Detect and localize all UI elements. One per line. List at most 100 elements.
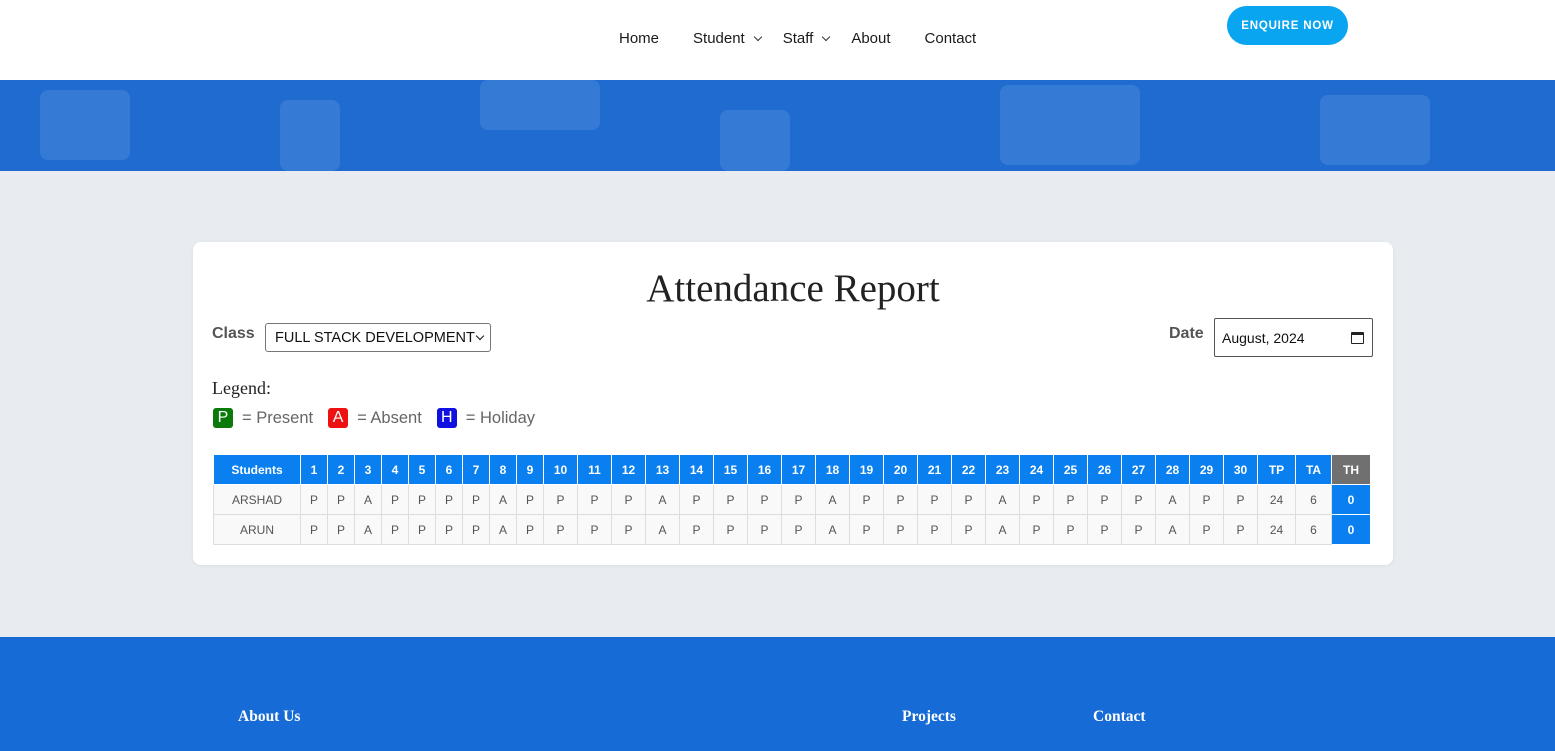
attendance-cell: P: [462, 484, 490, 515]
attendance-cell: P: [543, 514, 578, 545]
header-23: 23: [985, 454, 1020, 485]
attendance-cell: A: [489, 514, 517, 545]
nav-student-label: Student: [693, 30, 745, 47]
legend: P = Present A = Absent H = Holiday: [213, 408, 550, 428]
header-4: 4: [381, 454, 409, 485]
holiday-badge: H: [436, 408, 457, 428]
total-present-cell: 24: [1257, 514, 1296, 545]
header-18: 18: [815, 454, 850, 485]
header-3: 3: [354, 454, 382, 485]
attendance-cell: P: [679, 514, 714, 545]
legend-present: P = Present: [213, 408, 313, 428]
attendance-cell: P: [917, 514, 952, 545]
legend-holiday: H = Holiday: [436, 408, 535, 428]
attendance-cell: P: [713, 514, 748, 545]
nav-home[interactable]: Home: [619, 30, 659, 47]
attendance-cell: P: [462, 514, 490, 545]
header-29: 29: [1189, 454, 1224, 485]
attendance-cell: P: [849, 484, 884, 515]
header-2: 2: [327, 454, 355, 485]
footer-projects-heading: Projects: [902, 708, 956, 725]
hero-banner: [0, 80, 1555, 171]
nav-contact-label: Contact: [924, 30, 977, 47]
attendance-cell: P: [1223, 514, 1258, 545]
total-absent-cell: 6: [1295, 484, 1332, 515]
attendance-cell: A: [1155, 514, 1190, 545]
attendance-cell: P: [713, 484, 748, 515]
header-30: 30: [1223, 454, 1258, 485]
header-26: 26: [1087, 454, 1122, 485]
attendance-cell: A: [354, 514, 382, 545]
enquire-now-button[interactable]: ENQUIRE NOW: [1227, 6, 1348, 45]
attendance-cell: A: [1155, 484, 1190, 515]
attendance-cell: P: [300, 484, 328, 515]
attendance-cell: P: [679, 484, 714, 515]
attendance-cell: P: [747, 484, 782, 515]
nav-contact[interactable]: Contact: [925, 30, 977, 47]
attendance-cell: P: [408, 514, 436, 545]
header-21: 21: [917, 454, 952, 485]
legend-present-text: = Present: [242, 408, 314, 427]
header-5: 5: [408, 454, 436, 485]
nav-home-label: Home: [619, 30, 660, 47]
attendance-cell: P: [1189, 484, 1224, 515]
absent-badge: A: [328, 408, 349, 428]
attendance-cell: P: [1223, 484, 1258, 515]
attendance-cell: P: [1053, 514, 1088, 545]
legend-absent: A = Absent: [328, 408, 422, 428]
header-22: 22: [951, 454, 986, 485]
date-label: Date: [1169, 325, 1204, 342]
header-tp: TP: [1257, 454, 1296, 485]
attendance-cell: P: [1087, 484, 1122, 515]
header-24: 24: [1019, 454, 1054, 485]
nav-staff-label: Staff: [782, 30, 814, 47]
attendance-cell: P: [516, 484, 544, 515]
nav-about[interactable]: About: [851, 30, 890, 47]
date-input[interactable]: August, 2024: [1214, 318, 1373, 357]
main-nav: Home Student Staff About Contact: [619, 30, 976, 47]
attendance-cell: P: [543, 484, 578, 515]
attendance-cell: P: [611, 514, 646, 545]
total-holiday-cell: 0: [1331, 484, 1371, 515]
header-25: 25: [1053, 454, 1088, 485]
attendance-cell: P: [381, 484, 409, 515]
attendance-cell: P: [435, 484, 463, 515]
attendance-cell: P: [327, 514, 355, 545]
class-select[interactable]: FULL STACK DEVELOPMENT: [265, 323, 491, 352]
attendance-cell: P: [300, 514, 328, 545]
attendance-cell: P: [1019, 514, 1054, 545]
attendance-cell: P: [781, 514, 816, 545]
attendance-cell: P: [781, 484, 816, 515]
header-th: TH: [1331, 454, 1371, 485]
attendance-cell: A: [645, 484, 680, 515]
header-15: 15: [713, 454, 748, 485]
header-20: 20: [883, 454, 918, 485]
total-holiday-cell: 0: [1331, 514, 1371, 545]
header-28: 28: [1155, 454, 1190, 485]
attendance-table: Students 1 2 3 4 5 6 7 8 9 10 11 12 13 14 15 16 17 18 19 20 2…: [213, 454, 1371, 545]
legend-absent-text: = Absent: [357, 408, 422, 427]
attendance-cell: A: [985, 514, 1020, 545]
calendar-icon[interactable]: [1351, 332, 1364, 344]
header-19: 19: [849, 454, 884, 485]
header-13: 13: [645, 454, 680, 485]
total-present-cell: 24: [1257, 484, 1296, 515]
nav-staff[interactable]: Staff: [782, 30, 831, 47]
attendance-cell: P: [951, 484, 986, 515]
header-14: 14: [679, 454, 714, 485]
site-header: Home Student Staff About Contact ENQUIRE…: [0, 0, 1555, 80]
attendance-cell: P: [1121, 484, 1156, 515]
header-9: 9: [516, 454, 544, 485]
attendance-cell: P: [951, 514, 986, 545]
attendance-cell: P: [747, 514, 782, 545]
student-name-cell: ARSHAD: [213, 484, 301, 515]
header-17: 17: [781, 454, 816, 485]
attendance-cell: P: [408, 484, 436, 515]
attendance-cell: A: [985, 484, 1020, 515]
attendance-cell: P: [917, 484, 952, 515]
nav-student[interactable]: Student: [693, 30, 762, 47]
chevron-down-icon: [822, 32, 831, 41]
page-title: Attendance Report: [646, 267, 940, 310]
attendance-cell: A: [354, 484, 382, 515]
attendance-cell: P: [381, 514, 409, 545]
